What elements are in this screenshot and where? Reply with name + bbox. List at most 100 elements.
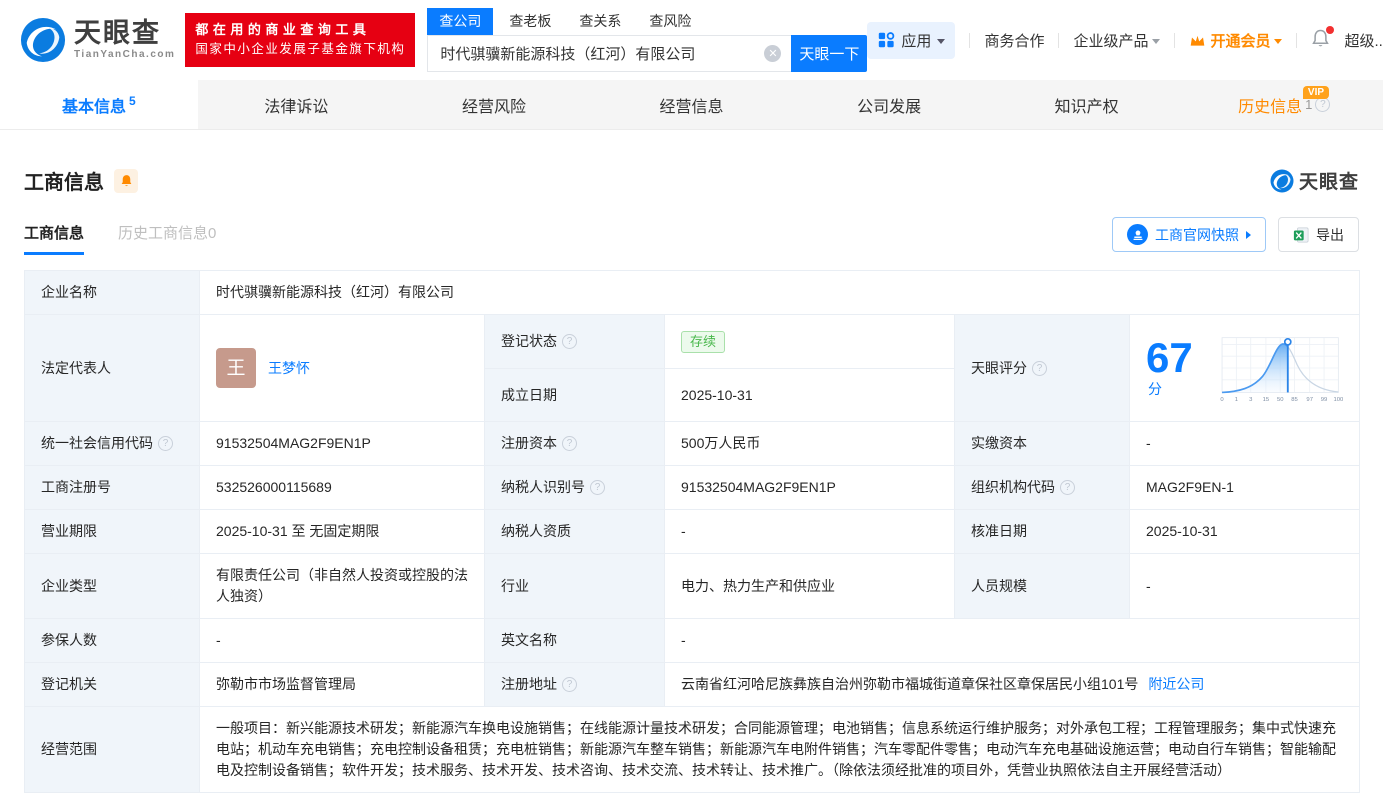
english-name-label: 英文名称 bbox=[485, 619, 665, 663]
avatar[interactable]: 王 bbox=[216, 348, 256, 388]
nav-enterprise-products[interactable]: 企业级产品 bbox=[1073, 30, 1160, 51]
help-icon[interactable]: ? bbox=[562, 334, 577, 349]
search-button[interactable]: 天眼一下 bbox=[791, 35, 867, 72]
crown-icon bbox=[1189, 33, 1206, 48]
notification-dot bbox=[1326, 26, 1334, 34]
nav-super-vip[interactable]: 超级... bbox=[1344, 30, 1383, 51]
top-header: 天眼查 TianYanCha.com 都在用的商业查询工具 国家中小企业发展子基… bbox=[0, 0, 1383, 80]
tab-company-development[interactable]: 公司发展 bbox=[790, 80, 988, 129]
credit-code-label: 统一社会信用代码? bbox=[25, 422, 200, 466]
export-button[interactable]: 导出 bbox=[1278, 217, 1359, 252]
company-type-value: 有限责任公司（非自然人投资或控股的法人独资） bbox=[200, 554, 485, 619]
svg-text:50: 50 bbox=[1277, 397, 1284, 403]
tianyancha-logo-icon bbox=[20, 17, 66, 63]
table-row: 登记机关 弥勒市市场监督管理局 注册地址? 云南省红河哈尼族彝族自治州弥勒市福城… bbox=[25, 663, 1360, 707]
tab-history-info[interactable]: 历史信息1 ? VIP bbox=[1185, 80, 1383, 129]
svg-text:15: 15 bbox=[1262, 397, 1269, 403]
staff-size-label: 人员规模 bbox=[955, 554, 1130, 619]
nav-divider bbox=[969, 33, 970, 48]
tab-intellectual-property[interactable]: 知识产权 bbox=[988, 80, 1186, 129]
logo-name: 天眼查 bbox=[74, 20, 175, 47]
help-icon[interactable]: ? bbox=[1315, 97, 1330, 112]
top-nav: 应用 商务合作 企业级产品 开通会员 超级.. bbox=[867, 22, 1383, 59]
business-term-value: 2025-10-31 至 无固定期限 bbox=[200, 510, 485, 554]
table-row: 法定代表人 王 王梦怀 登记状态? 存续 天眼评分? 67分 bbox=[25, 315, 1360, 369]
tianyancha-logo-icon bbox=[1270, 169, 1294, 193]
apps-menu[interactable]: 应用 bbox=[867, 22, 955, 59]
svg-text:0: 0 bbox=[1220, 397, 1224, 403]
watermark-logo: 天眼查 bbox=[1270, 167, 1359, 194]
help-icon[interactable]: ? bbox=[1032, 361, 1047, 376]
arrow-right-icon bbox=[1246, 231, 1251, 239]
subtab-business-info[interactable]: 工商信息 bbox=[24, 222, 84, 255]
registered-capital-value: 500万人民币 bbox=[665, 422, 955, 466]
establish-date-label: 成立日期 bbox=[485, 369, 665, 422]
establish-date-value: 2025-10-31 bbox=[665, 369, 955, 422]
help-icon[interactable]: ? bbox=[158, 436, 173, 451]
search-tab-company[interactable]: 查公司 bbox=[427, 8, 493, 35]
table-row: 经营范围 一般项目：新兴能源技术研发；新能源汽车换电设施销售；在线能源计量技术研… bbox=[25, 707, 1360, 793]
help-icon[interactable]: ? bbox=[590, 480, 605, 495]
apps-label: 应用 bbox=[901, 30, 931, 51]
paid-capital-value: - bbox=[1130, 422, 1360, 466]
apps-grid-icon bbox=[877, 31, 895, 49]
svg-text:85: 85 bbox=[1291, 397, 1298, 403]
english-name-value: - bbox=[665, 619, 1360, 663]
registered-address-value: 云南省红河哈尼族彝族自治州弥勒市福城街道章保社区章保居民小组101号 bbox=[681, 676, 1138, 692]
nav-open-vip[interactable]: 开通会员 bbox=[1189, 30, 1282, 51]
official-snapshot-button[interactable]: 工商官网快照 bbox=[1112, 217, 1266, 252]
notifications-bell[interactable] bbox=[1311, 29, 1330, 52]
industry-value: 电力、热力生产和供应业 bbox=[665, 554, 955, 619]
legal-rep-link[interactable]: 王梦怀 bbox=[268, 358, 310, 379]
help-icon[interactable]: ? bbox=[562, 677, 577, 692]
excel-icon bbox=[1293, 227, 1309, 243]
help-icon[interactable]: ? bbox=[562, 436, 577, 451]
credit-code-value: 91532504MAG2F9EN1P bbox=[200, 422, 485, 466]
registered-capital-label: 注册资本? bbox=[485, 422, 665, 466]
approval-date-value: 2025-10-31 bbox=[1130, 510, 1360, 554]
registry-authority-value: 弥勒市市场监督管理局 bbox=[200, 663, 485, 707]
org-code-label: 组织机构代码? bbox=[955, 466, 1130, 510]
table-row: 企业名称 时代骐骥新能源科技（红河）有限公司 bbox=[25, 271, 1360, 315]
registered-address-cell: 云南省红河哈尼族彝族自治州弥勒市福城街道章保社区章保居民小组101号附近公司 bbox=[665, 663, 1360, 707]
subtab-history-business-info[interactable]: 历史工商信息0 bbox=[118, 222, 216, 255]
company-name-value: 时代骐骥新能源科技（红河）有限公司 bbox=[200, 271, 1360, 315]
search-tab-risk[interactable]: 查风险 bbox=[637, 8, 703, 35]
table-row: 统一社会信用代码? 91532504MAG2F9EN1P 注册资本? 500万人… bbox=[25, 422, 1360, 466]
search-tab-boss[interactable]: 查老板 bbox=[497, 8, 563, 35]
tab-operation-risk[interactable]: 经营风险 bbox=[395, 80, 593, 129]
watermark-logo-text: 天眼查 bbox=[1299, 167, 1359, 194]
nav-divider bbox=[1174, 33, 1175, 48]
business-info-table: 企业名称 时代骐骥新能源科技（红河）有限公司 法定代表人 王 王梦怀 登记状态?… bbox=[24, 270, 1360, 793]
search-tabs: 查公司 查老板 查关系 查风险 bbox=[427, 8, 867, 35]
stamp-icon bbox=[1127, 224, 1148, 245]
tab-basic-info[interactable]: 基本信息5 bbox=[0, 80, 198, 129]
nav-cooperation[interactable]: 商务合作 bbox=[984, 30, 1044, 51]
search-input-box: ✕ bbox=[427, 35, 791, 72]
vip-badge: VIP bbox=[1303, 86, 1329, 99]
table-row: 营业期限 2025-10-31 至 无固定期限 纳税人资质 - 核准日期 202… bbox=[25, 510, 1360, 554]
svg-text:99: 99 bbox=[1320, 397, 1327, 403]
logo-domain: TianYanCha.com bbox=[74, 50, 175, 60]
main-content: 工商信息 天眼查 工商信息 历史工商信息0 bbox=[0, 166, 1383, 793]
tab-legal-litigation[interactable]: 法律诉讼 bbox=[198, 80, 396, 129]
search-tab-relation[interactable]: 查关系 bbox=[567, 8, 633, 35]
section-title: 工商信息 bbox=[24, 166, 104, 195]
help-icon[interactable]: ? bbox=[1060, 480, 1075, 495]
table-row: 企业类型 有限责任公司（非自然人投资或控股的法人独资） 行业 电力、热力生产和供… bbox=[25, 554, 1360, 619]
tianyancha-logo[interactable]: 天眼查 TianYanCha.com bbox=[20, 17, 175, 63]
registry-authority-label: 登记机关 bbox=[25, 663, 200, 707]
search-input[interactable] bbox=[428, 36, 791, 71]
subscribe-bell-button[interactable] bbox=[114, 169, 138, 193]
chevron-down-icon bbox=[1152, 39, 1160, 44]
score-value: 67分 bbox=[1146, 337, 1203, 400]
chevron-down-icon bbox=[937, 39, 945, 44]
tab-operation-info[interactable]: 经营信息 bbox=[593, 80, 791, 129]
business-scope-value: 一般项目：新兴能源技术研发；新能源汽车换电设施销售；在线能源计量技术研发；合同能… bbox=[200, 707, 1360, 793]
score-label: 天眼评分? bbox=[955, 315, 1130, 422]
logo-text: 天眼查 TianYanCha.com bbox=[74, 20, 175, 60]
svg-text:1: 1 bbox=[1234, 397, 1237, 403]
nearby-companies-link[interactable]: 附近公司 bbox=[1148, 676, 1204, 692]
insured-count-label: 参保人数 bbox=[25, 619, 200, 663]
score-distribution-chart: 0 1 3 15 50 85 97 99 100 bbox=[1217, 328, 1343, 408]
